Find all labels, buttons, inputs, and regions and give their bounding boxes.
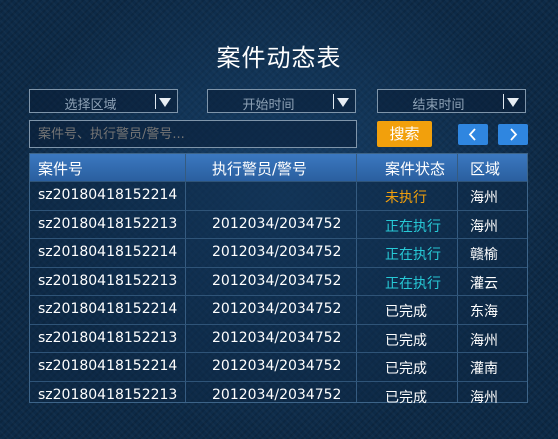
triangle-down-icon (159, 98, 171, 107)
region-cell: 海州 (470, 190, 498, 206)
table-row[interactable]: sz20180418152213 2012034/2034752 正在执行 灌云 (30, 266, 527, 296)
table-row[interactable]: sz20180418152213 2012034/2034752 已完成 海州 (30, 323, 527, 353)
table-row[interactable]: sz20180418152214 未执行 海州 (30, 181, 527, 210)
status-cell: 正在执行 (385, 218, 441, 235)
officer-cell: 2012034/2034752 (212, 386, 342, 403)
page-title: 案件动态表 (216, 44, 342, 72)
region-cell: 赣榆 (470, 247, 498, 263)
status-cell: 未执行 (385, 190, 427, 206)
status-cell: 已完成 (385, 389, 427, 406)
status-cell: 正在执行 (385, 247, 441, 263)
prev-page-button[interactable] (458, 124, 488, 145)
case-number-cell: sz20180418152214 (38, 244, 178, 260)
region-cell: 海州 (470, 218, 498, 235)
start-time-select[interactable]: 开始时间 (207, 89, 356, 113)
status-cell: 正在执行 (385, 275, 441, 292)
region-cell: 海州 (470, 389, 498, 406)
start-time-label: 开始时间 (242, 98, 295, 113)
end-time-select[interactable]: 结束时间 (377, 89, 526, 113)
case-number-cell: sz20180418152213 (38, 215, 178, 232)
region-select-label: 选择区域 (64, 98, 117, 113)
case-number-cell: sz20180418152214 (38, 301, 178, 317)
region-select[interactable]: 选择区域 (29, 89, 178, 113)
search-input[interactable] (29, 120, 357, 148)
officer-cell: 2012034/2034752 (212, 358, 342, 374)
triangle-down-icon (507, 98, 519, 107)
status-cell: 已完成 (385, 304, 427, 320)
officer-cell: 2012034/2034752 (212, 272, 342, 289)
column-header-region: 区域 (470, 160, 501, 178)
case-number-cell: sz20180418152214 (38, 358, 178, 374)
officer-cell: 2012034/2034752 (212, 244, 342, 260)
chevron-right-icon (510, 128, 518, 141)
case-number-cell: sz20180418152214 (38, 187, 178, 203)
case-number-cell: sz20180418152213 (38, 272, 178, 289)
table-row[interactable]: sz20180418152213 2012034/2034752 已完成 海州 (30, 380, 527, 410)
next-page-button[interactable] (498, 124, 528, 145)
case-number-cell: sz20180418152213 (38, 329, 178, 346)
table-row[interactable]: sz20180418152214 2012034/2034752 正在执行 赣榆 (30, 238, 527, 267)
case-table: 案件号 执行警员/警号 案件状态 区域 sz20180418152214 未执行海… (29, 153, 528, 406)
officer-cell: 2012034/2034752 (212, 215, 342, 232)
region-cell: 灌南 (470, 361, 498, 377)
select-divider (155, 94, 156, 109)
chevron-left-icon (468, 128, 476, 141)
region-cell: 灌云 (470, 275, 498, 292)
case-number-cell: sz20180418152213 (38, 386, 178, 403)
status-cell: 已完成 (385, 332, 427, 349)
end-time-label: 结束时间 (412, 98, 465, 113)
officer-cell: 2012034/2034752 (212, 301, 342, 317)
status-cell: 已完成 (385, 361, 427, 377)
column-header-case-no: 案件号 (38, 160, 84, 178)
table-row[interactable]: sz20180418152214 2012034/2034752 已完成 东海 (30, 295, 527, 324)
table-row[interactable]: sz20180418152213 2012034/2034752 正在执行 海州 (30, 209, 527, 239)
officer-cell: 2012034/2034752 (212, 329, 342, 346)
column-header-status: 案件状态 (385, 160, 446, 178)
select-divider (333, 94, 334, 109)
table-row[interactable]: sz20180418152214 2012034/2034752 已完成 灌南 (30, 352, 527, 381)
search-button[interactable]: 搜索 (377, 121, 432, 147)
select-divider (503, 94, 504, 109)
region-cell: 海州 (470, 332, 498, 349)
region-cell: 东海 (470, 304, 498, 320)
triangle-down-icon (337, 98, 349, 107)
column-header-officer: 执行警员/警号 (212, 160, 308, 178)
table-header: 案件号 执行警员/警号 案件状态 区域 (30, 154, 527, 181)
